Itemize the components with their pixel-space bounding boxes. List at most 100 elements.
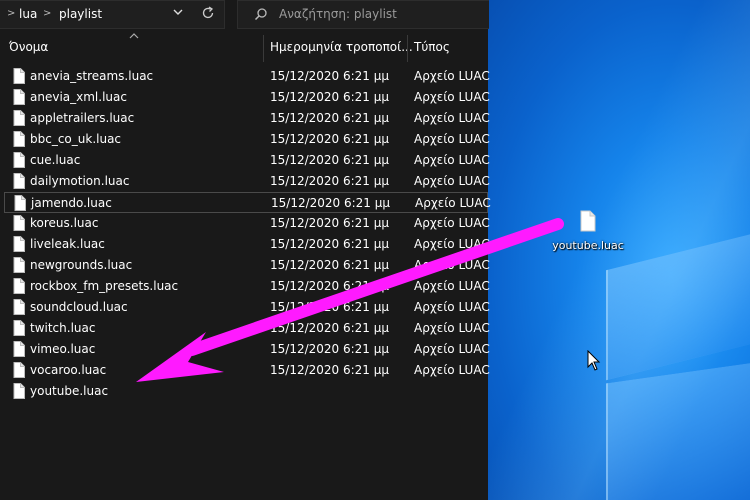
file-explorer-window: > lua > playlist Αναζήτηση: playlist Όνο… bbox=[0, 0, 491, 500]
file-name: rockbox_fm_presets.luac bbox=[30, 279, 179, 293]
file-type: Αρχείο LUAC bbox=[414, 363, 490, 377]
column-header-name[interactable]: Όνομα bbox=[9, 40, 48, 54]
file-icon bbox=[13, 68, 25, 84]
file-modified-date: 15/12/2020 6:21 μμ bbox=[270, 279, 390, 293]
file-icon bbox=[580, 210, 596, 232]
file-name: anevia_xml.luac bbox=[30, 90, 127, 104]
file-name: youtube.luac bbox=[30, 384, 109, 398]
file-row[interactable]: dailymotion.luac 15/12/2020 6:21 μμ Αρχείο… bbox=[4, 171, 490, 192]
chevron-down-icon[interactable] bbox=[171, 5, 185, 19]
file-name: vimeo.luac bbox=[30, 342, 96, 356]
file-modified-date: 15/12/2020 6:21 μμ bbox=[270, 300, 390, 314]
search-box[interactable]: Αναζήτηση: playlist bbox=[237, 0, 489, 29]
file-name: jamendo.luac bbox=[31, 196, 112, 210]
file-icon bbox=[13, 257, 25, 273]
file-row[interactable]: anevia_streams.luac 15/12/2020 6:21 μμ Αρχ… bbox=[4, 66, 490, 87]
file-type: Αρχείο LUAC bbox=[414, 174, 490, 188]
file-row[interactable]: liveleak.luac 15/12/2020 6:21 μμ Αρχείο LU… bbox=[4, 234, 490, 255]
file-type: Αρχείο LUAC bbox=[414, 90, 490, 104]
file-modified-date: 15/12/2020 6:21 μμ bbox=[270, 153, 390, 167]
column-divider[interactable] bbox=[407, 35, 408, 62]
file-modified-date: 15/12/2020 6:21 μμ bbox=[270, 216, 390, 230]
file-row[interactable]: rockbox_fm_presets.luac 15/12/2020 6:21 μ… bbox=[4, 276, 490, 297]
file-name: vocaroo.luac bbox=[30, 363, 107, 377]
file-modified-date: 15/12/2020 6:21 μμ bbox=[270, 342, 390, 356]
file-row[interactable]: twitch.luac 15/12/2020 6:21 μμ Αρχείο LUAC bbox=[4, 318, 490, 339]
wallpaper-window-pane-lower bbox=[606, 360, 750, 500]
file-modified-date: 15/12/2020 6:21 μμ bbox=[270, 174, 390, 188]
file-row[interactable]: bbc_co_uk.luac 15/12/2020 6:21 μμ Αρχείο L… bbox=[4, 129, 490, 150]
file-row[interactable]: vimeo.luac 15/12/2020 6:21 μμ Αρχείο LUAC bbox=[4, 339, 490, 360]
file-icon bbox=[13, 278, 25, 294]
file-type: Αρχείο LUAC bbox=[414, 111, 490, 125]
file-row[interactable]: appletrailers.luac 15/12/2020 6:21 μμ Αρχε… bbox=[4, 108, 490, 129]
file-icon bbox=[13, 89, 25, 105]
search-placeholder: Αναζήτηση: playlist bbox=[279, 7, 397, 21]
file-type: Αρχείο LUAC bbox=[415, 196, 491, 210]
file-type: Αρχείο LUAC bbox=[414, 342, 490, 356]
file-name: koreus.luac bbox=[30, 216, 99, 230]
file-row[interactable]: anevia_xml.luac 15/12/2020 6:21 μμ Αρχείο … bbox=[4, 87, 490, 108]
file-modified-date: 15/12/2020 6:21 μμ bbox=[270, 111, 390, 125]
column-header-date[interactable]: Ημερομηνία τροποποί... bbox=[270, 40, 413, 54]
file-name: dailymotion.luac bbox=[30, 174, 130, 188]
file-icon bbox=[13, 215, 25, 231]
column-header-type[interactable]: Τύπος bbox=[414, 40, 450, 54]
file-row[interactable]: cue.luac 15/12/2020 6:21 μμ Αρχείο LUAC bbox=[4, 150, 490, 171]
file-modified-date: 15/12/2020 6:21 μμ bbox=[270, 237, 390, 251]
sort-ascending-icon bbox=[129, 33, 139, 39]
refresh-icon[interactable] bbox=[200, 5, 216, 21]
desktop-file-label: youtube.luac bbox=[552, 239, 624, 252]
file-icon bbox=[13, 320, 25, 336]
file-type: Αρχείο LUAC bbox=[414, 258, 490, 272]
file-row[interactable]: vocaroo.luac 15/12/2020 6:21 μμ Αρχείο LUA… bbox=[4, 360, 490, 381]
column-divider[interactable] bbox=[263, 35, 264, 62]
file-name: anevia_streams.luac bbox=[30, 69, 154, 83]
file-icon bbox=[13, 362, 25, 378]
file-icon bbox=[13, 341, 25, 357]
file-name: appletrailers.luac bbox=[30, 111, 135, 125]
file-name: twitch.luac bbox=[30, 321, 96, 335]
file-icon bbox=[13, 152, 25, 168]
breadcrumb-lua[interactable]: lua bbox=[19, 7, 37, 21]
file-name: liveleak.luac bbox=[30, 237, 105, 251]
file-modified-date: 15/12/2020 6:21 μμ bbox=[270, 90, 390, 104]
file-row[interactable]: soundcloud.luac 15/12/2020 6:21 μμ Αρχείο … bbox=[4, 297, 490, 318]
breadcrumb-separator-icon: > bbox=[7, 8, 16, 19]
file-type: Αρχείο LUAC bbox=[414, 237, 490, 251]
file-icon bbox=[13, 236, 25, 252]
file-name: soundcloud.luac bbox=[30, 300, 128, 314]
explorer-toolbar: > lua > playlist Αναζήτηση: playlist bbox=[0, 0, 489, 32]
file-icon bbox=[13, 173, 25, 189]
file-modified-date: 15/12/2020 6:21 μμ bbox=[270, 258, 390, 272]
address-bar[interactable]: > lua > playlist bbox=[0, 0, 225, 29]
file-name: newgrounds.luac bbox=[30, 258, 133, 272]
file-row[interactable]: youtube.luac bbox=[4, 381, 488, 402]
column-header-row: Όνομα Ημερομηνία τροποποί... Τύπος bbox=[0, 33, 488, 62]
file-icon bbox=[13, 299, 25, 315]
file-type: Αρχείο LUAC bbox=[414, 69, 490, 83]
file-row[interactable]: newgrounds.luac 15/12/2020 6:21 μμ Αρχείο … bbox=[4, 255, 490, 276]
mouse-cursor-icon bbox=[587, 350, 601, 371]
file-row[interactable]: koreus.luac 15/12/2020 6:21 μμ Αρχείο LUAC bbox=[4, 213, 490, 234]
file-modified-date: 15/12/2020 6:21 μμ bbox=[270, 132, 390, 146]
file-modified-date: 15/12/2020 6:21 μμ bbox=[270, 321, 390, 335]
file-type: Αρχείο LUAC bbox=[414, 300, 490, 314]
file-modified-date: 15/12/2020 6:21 μμ bbox=[270, 69, 390, 83]
breadcrumb-separator-icon: > bbox=[43, 8, 52, 19]
file-modified-date: 15/12/2020 6:21 μμ bbox=[270, 363, 390, 377]
file-icon bbox=[13, 383, 25, 399]
file-row[interactable]: jamendo.luac 15/12/2020 6:21 μμ Αρχείο LUA… bbox=[4, 192, 491, 213]
file-type: Αρχείο LUAC bbox=[414, 321, 490, 335]
file-icon bbox=[13, 131, 25, 147]
file-type: Αρχείο LUAC bbox=[414, 279, 490, 293]
file-type: Αρχείο LUAC bbox=[414, 153, 490, 167]
file-name: cue.luac bbox=[30, 153, 81, 167]
file-name: bbc_co_uk.luac bbox=[30, 132, 122, 146]
file-icon bbox=[14, 195, 26, 211]
file-modified-date: 15/12/2020 6:21 μμ bbox=[271, 196, 391, 210]
file-type: Αρχείο LUAC bbox=[414, 132, 490, 146]
desktop-file-youtube[interactable]: youtube.luac bbox=[550, 210, 626, 252]
breadcrumb-playlist[interactable]: playlist bbox=[59, 7, 102, 21]
file-icon bbox=[13, 110, 25, 126]
